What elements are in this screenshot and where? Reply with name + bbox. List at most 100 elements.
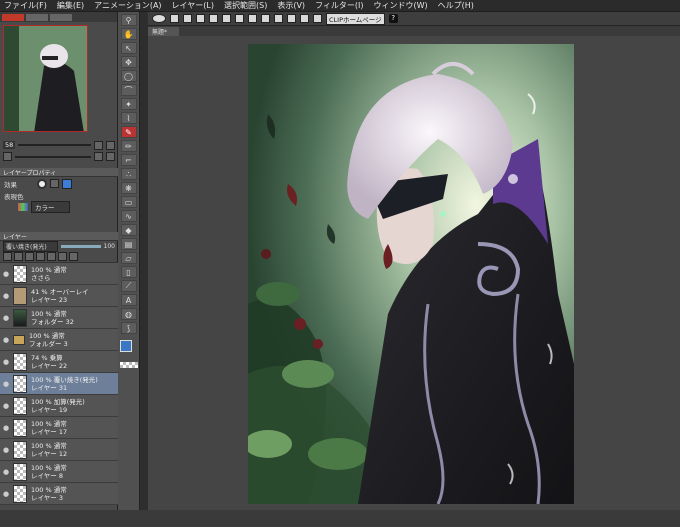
lock-icon[interactable] xyxy=(47,252,56,261)
new-vector-layer-icon[interactable] xyxy=(14,252,23,261)
layer-visibility-eye-icon[interactable]: ● xyxy=(2,314,10,322)
menu-layer[interactable]: レイヤー(L) xyxy=(172,0,214,11)
text-tool-icon[interactable]: A xyxy=(120,294,137,306)
transparent-color-swatch[interactable] xyxy=(119,362,138,368)
layer-visibility-eye-icon[interactable]: ● xyxy=(2,270,10,278)
layer-row[interactable]: ● 100 % 通常 レイヤー 12 xyxy=(0,439,118,461)
eyedropper-tool-icon[interactable]: ⌇ xyxy=(120,112,137,124)
layer-visibility-eye-icon[interactable]: ● xyxy=(2,446,10,454)
menu-filter[interactable]: フィルター(I) xyxy=(315,0,363,11)
transform-icon[interactable] xyxy=(248,14,257,23)
pen-tool-icon[interactable]: ✎ xyxy=(120,126,137,138)
menu-edit[interactable]: 編集(E) xyxy=(57,0,84,11)
redo-icon[interactable] xyxy=(222,14,231,23)
layer-visibility-eye-icon[interactable]: ● xyxy=(2,468,10,476)
flip-horizontal-icon[interactable] xyxy=(94,152,103,161)
trash-icon[interactable] xyxy=(69,252,78,261)
deselect-icon[interactable] xyxy=(274,14,283,23)
wand-tool-icon[interactable]: ✦ xyxy=(120,98,137,110)
navigator-tab[interactable] xyxy=(2,13,24,21)
undo-icon[interactable] xyxy=(209,14,218,23)
figure-tool-icon[interactable]: ▱ xyxy=(120,252,137,264)
eye-icon[interactable] xyxy=(152,14,166,23)
color-mode-select[interactable]: カラー xyxy=(31,201,70,213)
menu-window[interactable]: ウィンドウ(W) xyxy=(374,0,428,11)
menu-animation[interactable]: アニメーション(A) xyxy=(94,0,161,11)
invert-icon[interactable] xyxy=(287,14,296,23)
hand-tool-icon[interactable]: ✋ xyxy=(120,28,137,40)
eraser-tool-icon[interactable]: ▭ xyxy=(120,196,137,208)
clear-icon[interactable] xyxy=(235,14,244,23)
subview-tab[interactable] xyxy=(26,13,48,21)
select-all-icon[interactable] xyxy=(261,14,270,23)
layer-visibility-eye-icon[interactable]: ● xyxy=(2,336,10,344)
operation-tool-icon[interactable]: ↖ xyxy=(120,42,137,54)
mask-icon[interactable] xyxy=(58,252,67,261)
layer-visibility-eye-icon[interactable]: ● xyxy=(2,380,10,388)
pencil-tool-icon[interactable]: ✏ xyxy=(120,140,137,152)
snap-icon[interactable] xyxy=(300,14,309,23)
layer-row[interactable]: ● 100 % 通常 レイヤー 17 xyxy=(0,417,118,439)
balloon-tool-icon[interactable]: ◍ xyxy=(120,308,137,320)
move-tool-icon[interactable]: ✥ xyxy=(120,56,137,68)
color-swatches[interactable] xyxy=(119,340,138,358)
decoration-tool-icon[interactable]: ❋ xyxy=(120,182,137,194)
zoom-value[interactable]: 58 xyxy=(3,141,16,149)
zoom-tool-icon[interactable]: ⚲ xyxy=(120,14,137,26)
rotate-left-icon[interactable] xyxy=(3,152,12,161)
info-tab[interactable] xyxy=(50,13,72,21)
new-layer-icon[interactable] xyxy=(3,252,12,261)
zoom-in-icon[interactable] xyxy=(94,140,103,150)
layer-row[interactable]: ● 100 % 通常 レイヤー 8 xyxy=(0,461,118,483)
fill-tool-icon[interactable]: ◆ xyxy=(120,224,137,236)
navigator-preview[interactable] xyxy=(3,25,88,132)
frame-tool-icon[interactable]: ▯ xyxy=(120,266,137,278)
artwork-canvas[interactable] xyxy=(248,44,574,504)
layer-visibility-eye-icon[interactable]: ● xyxy=(2,424,10,432)
menu-help[interactable]: ヘルプ(H) xyxy=(438,0,474,11)
zoom-slider[interactable] xyxy=(18,144,91,146)
new-folder-icon[interactable] xyxy=(25,252,34,261)
tone-effect-icon[interactable] xyxy=(50,179,59,188)
border-effect-icon[interactable] xyxy=(37,179,47,189)
clip-homepage-button[interactable]: CLIPホームページ xyxy=(326,12,385,25)
layer-row[interactable]: ● 100 % 通常 ささら xyxy=(0,263,118,285)
menu-selection[interactable]: 選択範囲(S) xyxy=(224,0,267,11)
correct-line-tool-icon[interactable]: ⟆ xyxy=(120,322,137,334)
layer-row[interactable]: ● 100 % 覆い焼き(発光) レイヤー 31 xyxy=(0,373,118,395)
main-color-swatch[interactable] xyxy=(119,340,132,352)
layer-row[interactable]: ● 100 % 通常 フォルダー 3 xyxy=(0,329,118,351)
blend-mode-select[interactable]: 覆い焼き(発光) xyxy=(3,240,58,252)
lasso-tool-icon[interactable]: ⌒ xyxy=(120,84,137,96)
flip-vertical-icon[interactable] xyxy=(106,152,115,161)
new-file-icon[interactable] xyxy=(170,14,179,23)
brush-tool-icon[interactable]: ⌐ xyxy=(120,154,137,166)
opacity-value[interactable]: 100 xyxy=(104,243,118,250)
opacity-slider[interactable] xyxy=(60,244,101,248)
layer-row[interactable]: ● 74 % 乗算 レイヤー 22 xyxy=(0,351,118,373)
selection-tool-icon[interactable]: ◯ xyxy=(120,70,137,82)
zoom-out-icon[interactable] xyxy=(106,140,115,150)
layer-visibility-eye-icon[interactable]: ● xyxy=(2,358,10,366)
help-icon[interactable]: ? xyxy=(388,14,398,23)
layer-row[interactable]: ● 100 % 加算(発光) レイヤー 19 xyxy=(0,395,118,417)
rotation-slider[interactable] xyxy=(15,156,91,158)
layer-row[interactable]: ● 100 % 通常 レイヤー 3 xyxy=(0,483,118,505)
ruler-tool-icon[interactable]: ⟋ xyxy=(120,280,137,292)
blend-tool-icon[interactable]: ∿ xyxy=(120,210,137,222)
layer-row[interactable]: ● 41 % オーバーレイ レイヤー 23 xyxy=(0,285,118,307)
airbrush-tool-icon[interactable]: ∴ xyxy=(120,168,137,180)
document-tab[interactable]: 無題* xyxy=(148,26,180,36)
grid-icon[interactable] xyxy=(313,14,322,23)
layer-visibility-eye-icon[interactable]: ● xyxy=(2,292,10,300)
layer-visibility-eye-icon[interactable]: ● xyxy=(2,402,10,410)
clip-icon[interactable] xyxy=(36,252,45,261)
layer-row[interactable]: ● 100 % 通常 フォルダー 32 xyxy=(0,307,118,329)
gradient-tool-icon[interactable]: ▤ xyxy=(120,238,137,250)
menu-file[interactable]: ファイル(F) xyxy=(4,0,47,11)
open-file-icon[interactable] xyxy=(183,14,192,23)
layer-visibility-eye-icon[interactable]: ● xyxy=(2,490,10,498)
menu-view[interactable]: 表示(V) xyxy=(277,0,305,11)
layer-color-icon[interactable] xyxy=(62,179,72,189)
save-icon[interactable] xyxy=(196,14,205,23)
